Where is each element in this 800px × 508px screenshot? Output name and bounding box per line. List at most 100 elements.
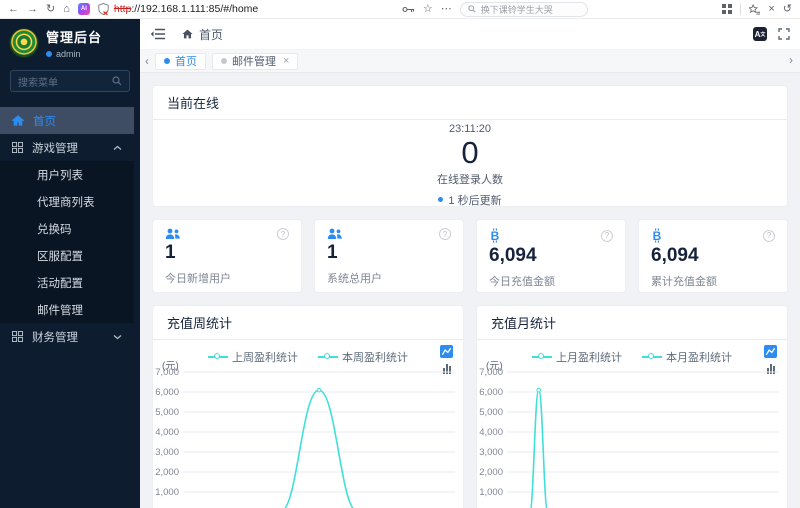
sidebar-item-redeem-code[interactable]: 兑换码 [0, 215, 134, 242]
svg-text:5,000: 5,000 [479, 407, 503, 418]
sidebar-item-mail-manage[interactable]: 邮件管理 [0, 296, 134, 323]
language-icon[interactable]: A文 [753, 27, 767, 41]
svg-text:7,000: 7,000 [155, 367, 179, 378]
forward-icon[interactable]: → [27, 3, 38, 15]
breadcrumb[interactable]: 首页 [182, 26, 223, 43]
fullscreen-icon[interactable] [778, 28, 790, 40]
online-card-title: 当前在线 [153, 86, 787, 120]
online-count: 0 [461, 135, 479, 170]
password-key-icon[interactable] [402, 6, 415, 13]
svg-text:5,000: 5,000 [155, 407, 179, 418]
monthly-line-chart[interactable]: 7,0006,0005,0004,0003,0002,0001,0000 [477, 366, 787, 508]
chart-legend: 上月盈利统计 本月盈利统计 [477, 349, 787, 365]
chevron-up-icon [113, 145, 122, 150]
svg-text:2,000: 2,000 [155, 467, 179, 478]
legend-last-week[interactable]: 上周盈利统计 [208, 349, 298, 365]
tabs-scroll-left-icon[interactable]: ‹ [145, 55, 149, 67]
sidebar-item-activity-config[interactable]: 活动配置 [0, 269, 134, 296]
url-text: http://192.168.1.111:85/#/home [113, 3, 259, 15]
help-icon[interactable]: ? [601, 229, 613, 242]
legend-marker [318, 353, 338, 361]
chevron-down-icon [113, 334, 122, 339]
stat-card-total-users: ? 1 系统总用户 [314, 219, 464, 293]
svg-text:6,000: 6,000 [479, 387, 503, 398]
help-icon[interactable]: ? [763, 229, 775, 242]
user-status-dot [46, 51, 52, 57]
sidebar: 管理后台 admin 搜索菜单 首页 游戏管理 用户列表 代理商列表 兑换码 区… [0, 19, 140, 508]
tab-dot [221, 58, 227, 64]
app-logo [9, 28, 39, 58]
legend-this-month[interactable]: 本月盈利统计 [642, 349, 732, 365]
help-icon[interactable]: ? [277, 228, 289, 240]
search-suggestion-text: 换下课铃学生大哭 [480, 4, 553, 15]
refresh-icon[interactable]: ↻ [46, 3, 55, 15]
undo-icon[interactable]: ↺ [783, 3, 792, 15]
tabs-scroll-right-icon[interactable]: › [789, 54, 793, 66]
back-icon[interactable]: ← [8, 3, 19, 15]
online-time: 23:11:20 [448, 123, 491, 135]
svg-text:3,000: 3,000 [479, 447, 503, 458]
svg-text:1,000: 1,000 [479, 487, 503, 498]
svg-text:1,000: 1,000 [155, 487, 179, 498]
search-icon [112, 76, 122, 86]
sidebar-item-home[interactable]: 首页 [0, 107, 134, 134]
sidebar-item-server-config[interactable]: 区服配置 [0, 242, 134, 269]
favorites-edit-icon[interactable] [749, 3, 761, 15]
chart-title: 充值周统计 [153, 306, 463, 340]
weekly-line-chart[interactable]: 7,0006,0005,0004,0003,0002,0001,0000 [153, 366, 463, 508]
tab-close-icon[interactable]: × [283, 55, 289, 67]
stat-value: 6,094 [489, 245, 537, 266]
online-count-label: 在线登录人数 [437, 173, 503, 186]
help-icon[interactable]: ? [439, 228, 451, 240]
grid-icon [12, 142, 23, 153]
bitcoin-icon: B [491, 228, 500, 243]
stat-label: 今日新增用户 [165, 273, 231, 285]
menu-search-input[interactable]: 搜索菜单 [10, 70, 130, 92]
browser-home-icon[interactable]: ⌂ [63, 3, 70, 15]
legend-marker [208, 353, 228, 361]
extension-ai-icon[interactable]: AI [77, 3, 90, 15]
collapse-sidebar-icon[interactable] [150, 28, 166, 40]
legend-last-month[interactable]: 上月盈利统计 [532, 349, 622, 365]
more-menu-icon[interactable]: ⋯ [441, 3, 452, 15]
toolbar-divider [740, 3, 742, 15]
bitcoin-icon: B [653, 228, 662, 243]
legend-marker [642, 353, 662, 361]
sidebar-item-game[interactable]: 游戏管理 [0, 134, 134, 161]
apps-grid-icon[interactable] [722, 4, 733, 14]
app-title: 管理后台 [46, 30, 103, 45]
stat-label: 今日充值金额 [489, 276, 555, 288]
svg-text:2,000: 2,000 [479, 467, 503, 478]
svg-text:B: B [653, 229, 662, 243]
sidebar-menu: 首页 游戏管理 用户列表 代理商列表 兑换码 区服配置 活动配置 邮件管理 财务… [0, 107, 134, 350]
close-tool-icon[interactable]: × [768, 3, 774, 15]
line-chart-toggle-icon[interactable] [440, 345, 453, 358]
insecure-shield-icon [98, 3, 109, 15]
users-icon [165, 228, 180, 239]
sidebar-item-agent-list[interactable]: 代理商列表 [0, 188, 134, 215]
legend-marker [532, 353, 552, 361]
address-bar[interactable]: http://192.168.1.111:85/#/home [98, 3, 394, 15]
sidebar-item-finance[interactable]: 财务管理 [0, 323, 134, 350]
line-chart-toggle-icon[interactable] [764, 345, 777, 358]
legend-this-week[interactable]: 本周盈利统计 [318, 349, 408, 365]
sidebar-brand: 管理后台 admin [0, 19, 140, 64]
sidebar-item-user-list[interactable]: 用户列表 [0, 161, 134, 188]
stat-value: 6,094 [651, 245, 699, 266]
search-icon [468, 5, 476, 13]
username: admin [56, 49, 81, 59]
stat-value: 1 [327, 242, 338, 263]
tab-mail-manage[interactable]: 邮件管理 × [212, 52, 299, 70]
browser-search-box[interactable]: 换下课铃学生大哭 [459, 1, 588, 17]
stat-card-today-recharge: B ? 6,094 今日充值金额 [476, 219, 626, 293]
home-icon [12, 115, 24, 126]
tab-home[interactable]: 首页 [155, 52, 206, 70]
bookmark-star-icon[interactable]: ☆ [423, 3, 433, 15]
svg-text:7,000: 7,000 [479, 367, 503, 378]
stat-value: 1 [165, 242, 176, 263]
refresh-countdown: 1 秒后更新 [153, 192, 787, 206]
page-content: 当前在线 23:11:20 0 在线登录人数 1 秒后更新 ? 1 今日新增用户… [140, 73, 800, 508]
refresh-dot [438, 197, 444, 203]
charts-row: 充值周统计 上周盈利统计 本周盈利统计 (元) 7,000 6,000 5,00… [152, 305, 788, 508]
stat-cards-row: ? 1 今日新增用户 ? 1 系统总用户 B ? 6,094 今日充值金额 B … [152, 219, 788, 293]
